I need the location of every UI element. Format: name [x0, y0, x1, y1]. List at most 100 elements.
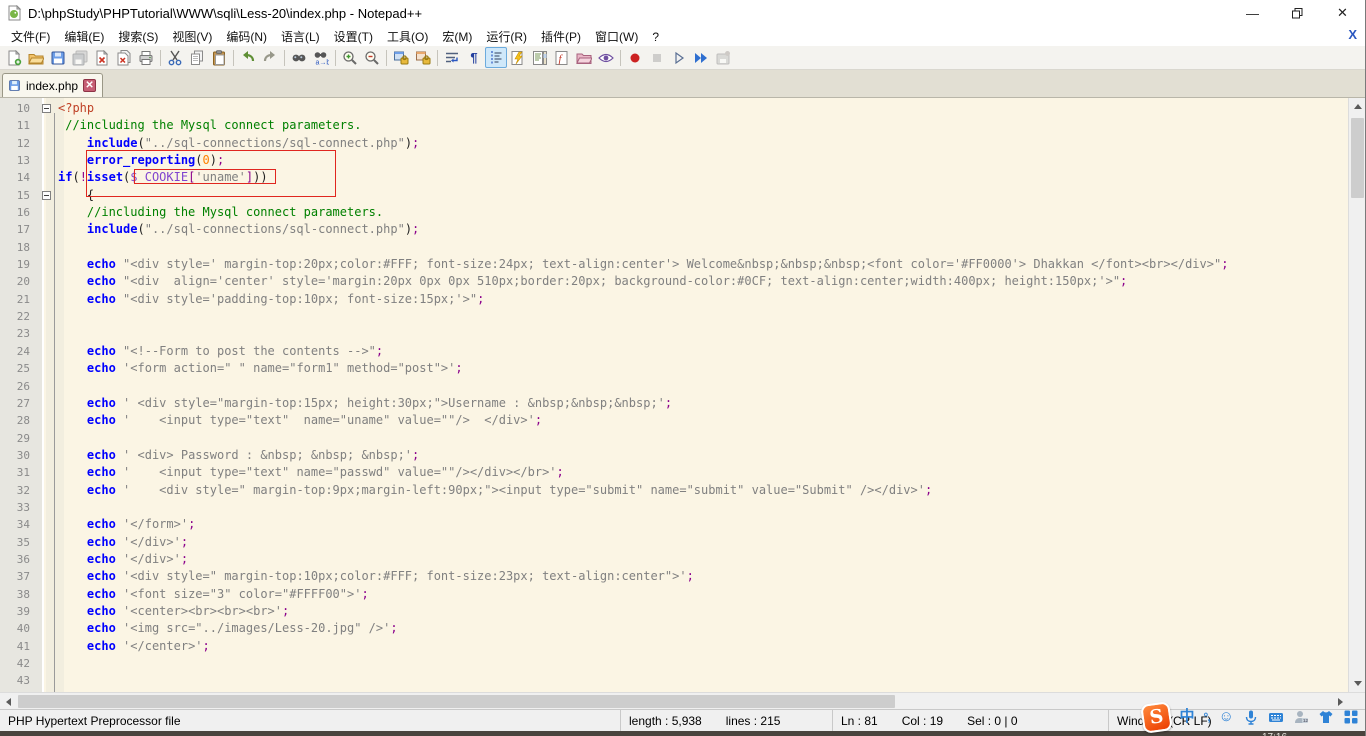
line-number[interactable]: 15: [0, 187, 38, 204]
menu-item[interactable]: 搜索(S): [111, 28, 165, 46]
tab-close-icon[interactable]: ✕: [83, 79, 97, 92]
code-line[interactable]: 32 echo ' <div style=" margin-top:9px;ma…: [0, 482, 1348, 499]
line-number[interactable]: 27: [0, 395, 38, 412]
menu-item[interactable]: 工具(O): [380, 28, 435, 46]
line-number[interactable]: 38: [0, 586, 38, 603]
horizontal-scroll-thumb[interactable]: [18, 695, 895, 708]
fold-marker[interactable]: [42, 190, 51, 200]
code-line[interactable]: 18: [0, 239, 1348, 256]
code-line[interactable]: 17 include("../sql-connections/sql-conne…: [0, 221, 1348, 238]
scroll-down-arrow[interactable]: [1349, 675, 1365, 692]
close-all-icon[interactable]: [113, 47, 135, 68]
macro-stop-icon[interactable]: [646, 47, 668, 68]
restore-button[interactable]: [1275, 0, 1320, 26]
cut-icon[interactable]: [164, 47, 186, 68]
menu-item[interactable]: 插件(P): [534, 28, 588, 46]
close-document-x[interactable]: X: [1348, 27, 1357, 42]
menu-item[interactable]: 设置(T): [327, 28, 380, 46]
code-line[interactable]: 22: [0, 308, 1348, 325]
menu-item[interactable]: 运行(R): [479, 28, 534, 46]
line-number[interactable]: 31: [0, 464, 38, 481]
word-wrap-icon[interactable]: [441, 47, 463, 68]
code-line[interactable]: 39 echo '<center><br><br><br>';: [0, 603, 1348, 620]
line-number[interactable]: 28: [0, 412, 38, 429]
code-line[interactable]: 41 echo '</center>';: [0, 638, 1348, 655]
replace-icon[interactable]: a→b: [310, 47, 332, 68]
code-line[interactable]: 11 //including the Mysql connect paramet…: [0, 117, 1348, 134]
menu-item[interactable]: 视图(V): [165, 28, 219, 46]
undo-icon[interactable]: [237, 47, 259, 68]
code-line[interactable]: 20 echo "<div align='center' style='marg…: [0, 273, 1348, 290]
line-number[interactable]: 29: [0, 430, 38, 447]
line-number[interactable]: 25: [0, 360, 38, 377]
line-number[interactable]: 18: [0, 239, 38, 256]
code-line[interactable]: 19 echo "<div style=' margin-top:20px;co…: [0, 256, 1348, 273]
menu-item[interactable]: 宏(M): [435, 28, 479, 46]
code-line[interactable]: 26: [0, 378, 1348, 395]
scroll-up-arrow[interactable]: [1349, 98, 1365, 115]
code-line[interactable]: 16 //including the Mysql connect paramet…: [0, 204, 1348, 221]
line-number[interactable]: 37: [0, 568, 38, 585]
code-line[interactable]: 33: [0, 499, 1348, 516]
line-number[interactable]: 39: [0, 603, 38, 620]
code-line[interactable]: 25 echo '<form action=" " name="form1" m…: [0, 360, 1348, 377]
line-number[interactable]: 26: [0, 378, 38, 395]
vertical-scrollbar[interactable]: [1348, 98, 1365, 692]
line-number[interactable]: 16: [0, 204, 38, 221]
line-number[interactable]: 13: [0, 152, 38, 169]
code-line[interactable]: 43: [0, 672, 1348, 689]
document-monitor-icon[interactable]: [595, 47, 617, 68]
vertical-scroll-thumb[interactable]: [1351, 118, 1364, 198]
tab-index-php[interactable]: index.php ✕: [2, 73, 104, 97]
macro-run-multiple-icon[interactable]: [690, 47, 712, 68]
line-number[interactable]: 40: [0, 620, 38, 637]
account-icon[interactable]: 12: [1293, 703, 1309, 731]
code-line[interactable]: 30 echo ' <div> Password : &nbsp; &nbsp;…: [0, 447, 1348, 464]
taskbar-strip[interactable]: 17:16: [0, 731, 1365, 736]
zoom-in-icon[interactable]: [339, 47, 361, 68]
toolbox-icon[interactable]: [1343, 703, 1359, 731]
code-line[interactable]: 10 <?php: [0, 100, 1348, 117]
code-line[interactable]: 28 echo ' <input type="text" name="uname…: [0, 412, 1348, 429]
copy-icon[interactable]: [186, 47, 208, 68]
line-number[interactable]: 24: [0, 343, 38, 360]
indent-guide-icon[interactable]: [485, 47, 507, 68]
code-lines[interactable]: 10 <?php 11 //including the Mysql connect …: [0, 100, 1348, 692]
code-line[interactable]: 36 echo '</div>';: [0, 551, 1348, 568]
menu-item[interactable]: 文件(F): [4, 28, 57, 46]
emoji-panel-icon[interactable]: ☺: [1219, 703, 1234, 731]
function-list-icon[interactable]: f: [551, 47, 573, 68]
macro-save-icon[interactable]: [712, 47, 734, 68]
zoom-out-icon[interactable]: [361, 47, 383, 68]
new-file-icon[interactable]: [3, 47, 25, 68]
scroll-left-arrow[interactable]: [0, 693, 17, 710]
code-line[interactable]: 15 {: [0, 187, 1348, 204]
save-icon[interactable]: [47, 47, 69, 68]
fold-marker[interactable]: [42, 104, 51, 113]
code-line[interactable]: 29: [0, 430, 1348, 447]
code-line[interactable]: 37 echo '<div style=" margin-top:10px;co…: [0, 568, 1348, 585]
show-all-chars-icon[interactable]: ¶: [463, 47, 485, 68]
sync-vertical-icon[interactable]: [390, 47, 412, 68]
line-number[interactable]: 20: [0, 273, 38, 290]
code-line[interactable]: 21 echo "<div style='padding-top:10px; f…: [0, 291, 1348, 308]
shortcut-mapper-icon[interactable]: [507, 47, 529, 68]
code-line[interactable]: 35 echo '</div>';: [0, 534, 1348, 551]
menu-item[interactable]: 编辑(E): [57, 28, 111, 46]
line-number[interactable]: 11: [0, 117, 38, 134]
line-number[interactable]: 30: [0, 447, 38, 464]
line-number[interactable]: 21: [0, 291, 38, 308]
close-button[interactable]: ✕: [1320, 0, 1365, 26]
code-line[interactable]: 12 include("../sql-connections/sql-conne…: [0, 135, 1348, 152]
redo-icon[interactable]: [259, 47, 281, 68]
line-number[interactable]: 19: [0, 256, 38, 273]
macro-record-icon[interactable]: [624, 47, 646, 68]
sogou-logo-icon[interactable]: S: [1139, 700, 1173, 734]
code-line[interactable]: 42: [0, 655, 1348, 672]
line-number[interactable]: 10: [0, 100, 38, 117]
open-file-icon[interactable]: [25, 47, 47, 68]
menu-item[interactable]: 窗口(W): [588, 28, 645, 46]
soft-keyboard-icon[interactable]: [1268, 703, 1284, 731]
line-number[interactable]: 22: [0, 308, 38, 325]
code-line[interactable]: 38 echo '<font size="3" color="#FFFF00">…: [0, 586, 1348, 603]
